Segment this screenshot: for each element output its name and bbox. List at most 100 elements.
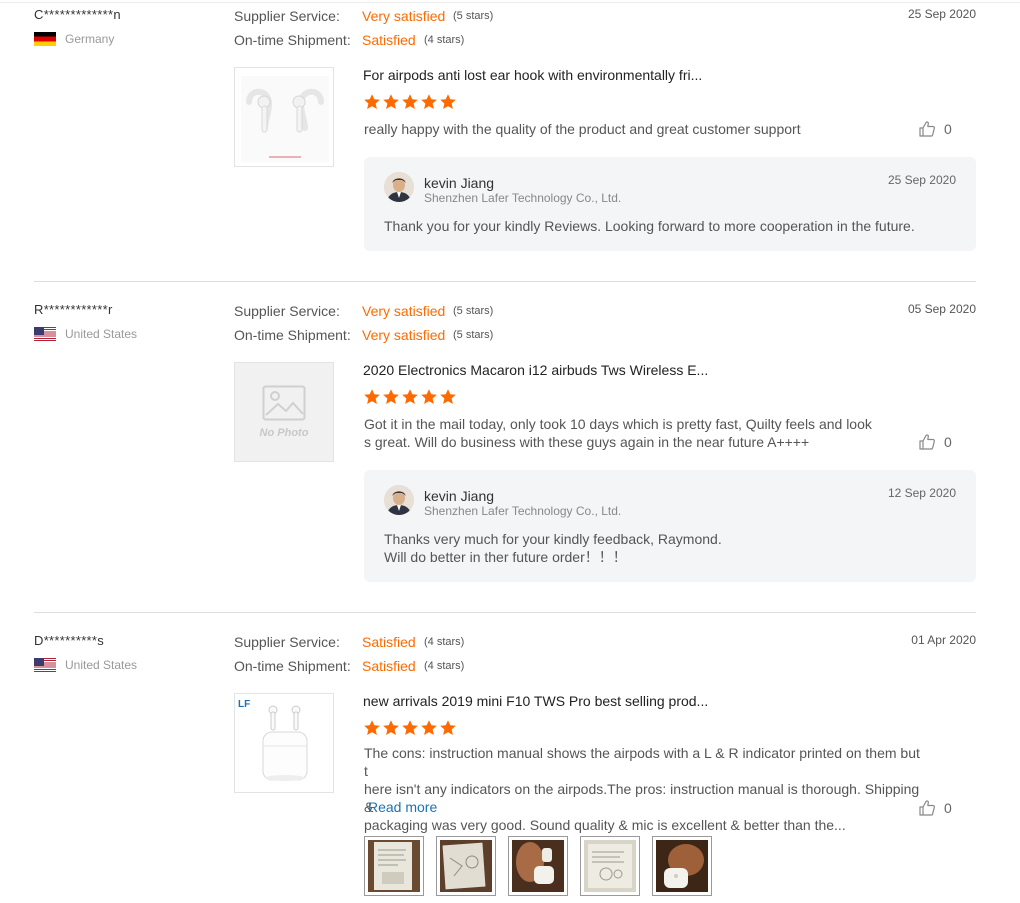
star-icon	[383, 94, 399, 109]
product-title-link[interactable]: 2020 Electronics Macaron i12 airbuds Tws…	[363, 362, 708, 378]
supplier-reply: kevin Jiang Shenzhen Lafer Technology Co…	[364, 157, 976, 251]
reply-text: Thank you for your kindly Reviews. Looki…	[384, 218, 915, 234]
review-photo[interactable]	[364, 836, 424, 896]
buyer-name: R************r	[34, 302, 113, 317]
ontime-shipment-label: On-time Shipment:	[234, 32, 351, 48]
star-icon	[402, 389, 418, 404]
star-icon	[421, 720, 437, 735]
no-photo-label: No Photo	[259, 427, 309, 439]
review-item: D**********s United States Supplier Serv…	[0, 633, 1020, 901]
thumbs-up-icon	[919, 800, 935, 816]
comment-line: s great. Will do business with these guy…	[364, 434, 810, 450]
supplier-avatar	[384, 172, 414, 202]
ontime-shipment-stars: (4 stars)	[424, 34, 465, 46]
ontime-shipment-value: Very satisfied	[362, 327, 446, 343]
country-name: United States	[65, 327, 138, 341]
review-photo-image	[368, 840, 420, 892]
star-icon	[364, 389, 380, 404]
review-photo[interactable]	[436, 836, 496, 896]
supplier-service-label: Supplier Service:	[234, 8, 340, 24]
review-date: 05 Sep 2020	[907, 302, 976, 316]
svg-text:LF: LF	[238, 699, 250, 710]
buyer-name: C*************n	[34, 7, 121, 22]
buyer-country: United States	[34, 657, 137, 673]
star-icon	[440, 720, 456, 735]
star-icon	[383, 720, 399, 735]
review-photo[interactable]	[508, 836, 568, 896]
supplier-avatar	[384, 485, 414, 515]
comment-line: packaging was very good. Sound quality &…	[364, 817, 846, 833]
read-more-link[interactable]: Read more	[368, 799, 437, 815]
thumbs-up-icon	[919, 434, 935, 450]
supplier-service-label: Supplier Service:	[234, 634, 340, 650]
product-title-link[interactable]: For airpods anti lost ear hook with envi…	[363, 67, 702, 83]
buyer-country: United States	[34, 326, 137, 342]
country-name: United States	[65, 658, 138, 672]
reply-author-name: kevin Jiang	[424, 488, 495, 504]
rating-stars	[363, 388, 457, 406]
supplier-reply: kevin Jiang Shenzhen Lafer Technology Co…	[364, 470, 976, 582]
review-item: C*************n Germany Supplier Service…	[0, 7, 1020, 277]
buyer-name: D**********s	[34, 633, 105, 648]
rating-stars	[363, 719, 457, 737]
like-button[interactable]: 0	[918, 120, 952, 138]
supplier-service-stars: (4 stars)	[424, 636, 465, 648]
star-icon	[364, 720, 380, 735]
like-count: 0	[944, 800, 952, 816]
supplier-service-stars: (5 stars)	[453, 305, 494, 317]
like-button[interactable]: 0	[918, 433, 952, 451]
review-date: 25 Sep 2020	[907, 7, 976, 21]
review-divider	[34, 281, 976, 282]
ontime-shipment-value: Satisfied	[362, 32, 416, 48]
supplier-service-value: Satisfied	[362, 634, 416, 650]
country-name: Germany	[65, 32, 115, 46]
star-icon	[402, 94, 418, 109]
supplier-service-label: Supplier Service:	[234, 303, 340, 319]
product-thumbnail[interactable]: LF	[234, 693, 334, 793]
comment-line: here isn't any indicators on the airpods…	[364, 781, 920, 815]
thumbs-up-icon	[919, 121, 935, 137]
reply-company: Shenzhen Lafer Technology Co., Ltd.	[424, 504, 622, 518]
star-icon	[383, 389, 399, 404]
buyer-country: Germany	[34, 31, 114, 47]
ontime-shipment-stars: (4 stars)	[424, 660, 465, 672]
reply-text: Thanks very much for your kindly feedbac…	[384, 530, 722, 566]
supplier-service-value: Very satisfied	[362, 8, 446, 24]
supplier-service-stars: (5 stars)	[453, 10, 494, 22]
reply-line: Will do better in ther future order！！！	[384, 549, 627, 565]
star-icon	[364, 94, 380, 109]
review-divider	[34, 612, 976, 613]
review-comment: The cons: instruction manual shows the a…	[364, 744, 924, 834]
star-icon	[421, 389, 437, 404]
comment-line: The cons: instruction manual shows the a…	[364, 745, 920, 779]
airpods-ear-hook-image	[235, 68, 333, 166]
review-date: 01 Apr 2020	[911, 633, 976, 647]
star-icon	[402, 720, 418, 735]
supplier-service-value: Very satisfied	[362, 303, 446, 319]
review-photo-image	[440, 840, 492, 892]
ontime-shipment-stars: (5 stars)	[453, 329, 494, 341]
usa-flag-icon	[34, 327, 56, 341]
like-button[interactable]: 0	[918, 799, 952, 817]
product-title-link[interactable]: new arrivals 2019 mini F10 TWS Pro best …	[363, 693, 708, 709]
review-item: R************r United States Supplier Se…	[0, 302, 1020, 592]
rating-stars	[363, 93, 457, 111]
review-photo[interactable]	[580, 836, 640, 896]
review-photo-image	[584, 840, 636, 892]
ontime-shipment-label: On-time Shipment:	[234, 658, 351, 674]
review-photo-image	[656, 840, 708, 892]
like-count: 0	[944, 434, 952, 450]
review-photo-image	[512, 840, 564, 892]
top-divider	[0, 2, 1020, 3]
comment-line: Got it in the mail today, only took 10 d…	[364, 416, 872, 432]
germany-flag-icon	[34, 32, 56, 46]
star-icon	[421, 94, 437, 109]
star-icon	[440, 389, 456, 404]
usa-flag-icon	[34, 658, 56, 672]
review-photo[interactable]	[652, 836, 712, 896]
review-comment: Got it in the mail today, only took 10 d…	[364, 415, 924, 451]
product-thumbnail[interactable]	[234, 67, 334, 167]
review-photos	[364, 836, 712, 896]
review-comment: really happy with the quality of the pro…	[364, 121, 801, 137]
product-thumbnail[interactable]: No Photo	[234, 362, 334, 462]
